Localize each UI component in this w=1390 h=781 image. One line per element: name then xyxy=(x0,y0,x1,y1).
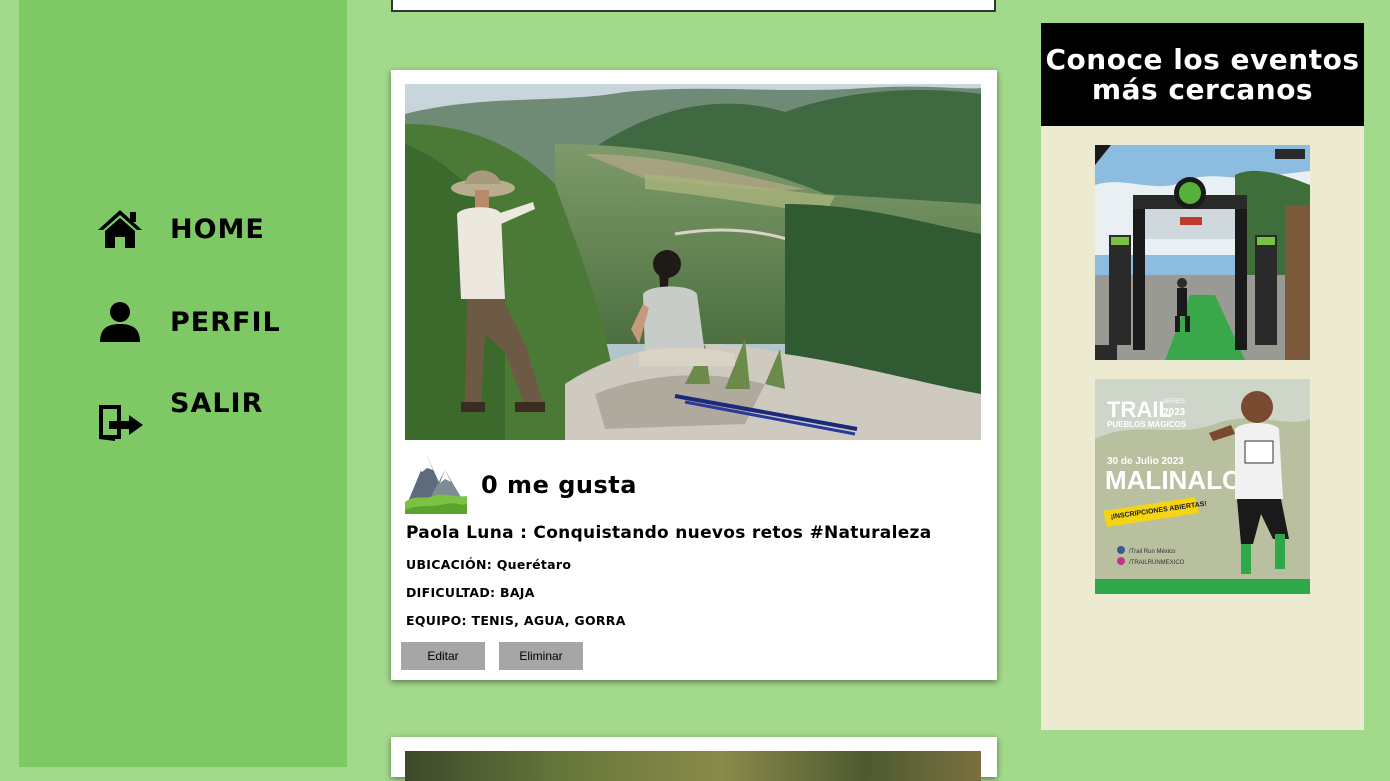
logout-door-icon xyxy=(95,390,145,441)
likes-row: 0 me gusta xyxy=(405,452,637,518)
nav-profile[interactable]: PERFIL xyxy=(95,297,281,347)
mountain-like-icon[interactable] xyxy=(405,452,467,518)
nav-home[interactable]: HOME xyxy=(95,204,265,254)
nav-logout[interactable]: SALIR xyxy=(95,387,264,441)
event-poster-2[interactable]: TRAIL 2023 SERIES PUEBLOS MÁGICOS 30 de … xyxy=(1095,379,1310,594)
events-title: Conoce los eventos más cercanos xyxy=(1041,23,1364,126)
post-difficulty: DIFICULTAD: BAJA xyxy=(406,585,535,600)
post-equipment: EQUIPO: TENIS, AGUA, GORRA xyxy=(406,613,626,628)
poster-series: SERIES xyxy=(1163,399,1185,405)
user-icon xyxy=(95,297,145,347)
previous-post-card xyxy=(391,0,996,12)
post-location: UBICACIÓN: Querétaro xyxy=(406,557,572,572)
post-card: 0 me gusta Paola Luna : Conquistando nue… xyxy=(391,70,997,680)
delete-button[interactable]: Eliminar xyxy=(499,642,583,670)
next-post-photo xyxy=(405,751,981,781)
nav-logout-label: SALIR xyxy=(170,387,264,419)
next-post-card xyxy=(391,737,997,781)
post-photo xyxy=(405,84,981,440)
events-panel: Conoce los eventos más cercanos TRAIL 20… xyxy=(1041,23,1364,730)
poster-subtitle: PUEBLOS MÁGICOS xyxy=(1107,420,1187,429)
edit-button[interactable]: Editar xyxy=(401,642,485,670)
nav-home-label: HOME xyxy=(170,213,265,245)
post-caption: Paola Luna : Conquistando nuevos retos #… xyxy=(406,523,932,543)
poster-year: 2023 xyxy=(1163,407,1186,418)
likes-count: 0 me gusta xyxy=(481,471,637,499)
home-icon xyxy=(95,204,145,254)
poster-instagram: /TRAILRUNMEXICO xyxy=(1129,560,1185,566)
event-poster-1[interactable] xyxy=(1095,145,1310,360)
nav-profile-label: PERFIL xyxy=(170,306,281,338)
sidebar: HOME PERFIL SALIR xyxy=(19,0,347,767)
poster-facebook: /Trail Run México xyxy=(1129,549,1176,555)
